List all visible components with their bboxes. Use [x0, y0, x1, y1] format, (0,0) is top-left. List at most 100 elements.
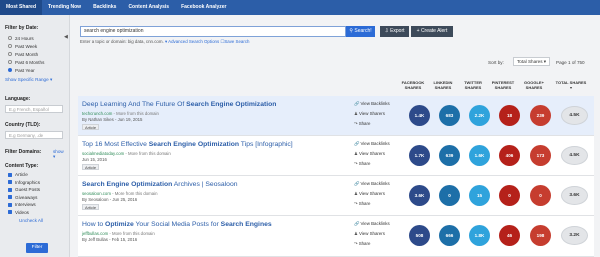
- users-icon: ♟: [354, 151, 358, 156]
- checkbox-checked-icon: [8, 202, 12, 207]
- filter-domains-toggle[interactable]: show ▾: [53, 149, 67, 160]
- tab-facebook-analyzer[interactable]: Facebook Analyzer: [175, 0, 232, 15]
- link-icon: 🔗: [354, 101, 360, 106]
- col-header-linkedin[interactable]: LINKEDIN SHARES: [428, 80, 458, 90]
- export-icon: ⇩: [384, 28, 389, 34]
- search-button[interactable]: ⚲ Search!: [346, 26, 375, 37]
- total-shares: 3.6K: [561, 186, 588, 205]
- result-title-link[interactable]: How to Optimize Your Social Media Posts …: [82, 221, 272, 228]
- result-actions: 🔗View Backlinks ♟View Sharers ↷Share: [354, 139, 396, 169]
- more-from-domain-link[interactable]: - More from this domain: [111, 191, 157, 196]
- radio-icon: [8, 44, 12, 48]
- tab-backlinks[interactable]: Backlinks: [87, 0, 122, 15]
- content-type-guest-posts[interactable]: Guest Posts: [8, 186, 67, 194]
- more-from-domain-link[interactable]: - More from this domain: [108, 231, 154, 236]
- view-backlinks-button[interactable]: 🔗View Backlinks: [354, 99, 396, 109]
- show-specific-range-link[interactable]: Show Specific Range ▾: [5, 77, 67, 83]
- filter-domains-label: Filter Domains:: [5, 149, 42, 155]
- result-domain-link[interactable]: techcrunch.com: [82, 111, 112, 116]
- view-sharers-button[interactable]: ♟View Sharers: [354, 189, 396, 199]
- date-filter-title: Filter by Date:: [5, 25, 39, 31]
- save-search-link[interactable]: ☐Save Search: [220, 39, 249, 44]
- content-type-article[interactable]: Article: [8, 171, 67, 179]
- search-icon: ⚲: [349, 28, 354, 34]
- content-type-giveaways[interactable]: Giveaways: [8, 194, 67, 202]
- more-from-domain-link[interactable]: - More from this domain: [124, 151, 170, 156]
- date-option-past-week[interactable]: Past Week: [8, 42, 67, 50]
- date-option-24h[interactable]: 24 Hours: [8, 34, 67, 42]
- view-backlinks-button[interactable]: 🔗View Backlinks: [354, 219, 396, 229]
- tab-most-shared[interactable]: Most Shared: [0, 0, 43, 15]
- tab-trending-now[interactable]: Trending Now: [42, 0, 87, 15]
- share-button[interactable]: ↷Share: [354, 159, 396, 169]
- top-nav: Most Shared Trending Now Backlinks Conte…: [0, 0, 600, 15]
- checkbox-checked-icon: [8, 172, 12, 177]
- result-domain-link[interactable]: seosaloon.com: [82, 191, 111, 196]
- result-domain-link[interactable]: jeffbullas.com: [82, 231, 108, 236]
- share-button[interactable]: ↷Share: [354, 119, 396, 129]
- result-title-link[interactable]: Top 16 Most Effective Search Engine Opti…: [82, 141, 293, 148]
- view-backlinks-button[interactable]: 🔗View Backlinks: [354, 179, 396, 189]
- result-row: Deep Learning And The Future Of Search E…: [78, 96, 594, 136]
- search-input[interactable]: search engine optimization: [80, 26, 346, 37]
- result-actions: 🔗View Backlinks ♟View Sharers ↷Share: [354, 99, 396, 129]
- linkedin-shares: 666: [439, 225, 460, 246]
- date-option-past-month[interactable]: Past Month: [8, 50, 67, 58]
- link-icon: 🔗: [354, 221, 360, 226]
- col-header-pinterest[interactable]: PINTEREST SHARES: [488, 80, 518, 90]
- more-from-domain-link[interactable]: - More from this domain: [112, 111, 159, 116]
- result-domain: techcrunch.com - More from this domain: [82, 111, 159, 116]
- create-alert-button[interactable]: + Create Alert: [411, 26, 453, 37]
- view-sharers-button[interactable]: ♟View Sharers: [354, 109, 396, 119]
- date-filter: Filter by Date: 24 Hours Past Week Past …: [5, 25, 67, 83]
- share-icon: ↷: [354, 161, 358, 166]
- result-author-date: By Seosaloon - Jun 25, 2016: [82, 197, 138, 202]
- checkbox-checked-icon: [8, 187, 12, 192]
- result-title-link[interactable]: Deep Learning And The Future Of Search E…: [82, 101, 276, 108]
- googleplus-shares: 0: [530, 185, 551, 206]
- share-icon: ↷: [354, 241, 358, 246]
- radio-icon: [8, 52, 12, 56]
- date-option-past-year[interactable]: Past Year: [8, 66, 67, 74]
- pinterest-shares: 46: [499, 225, 520, 246]
- result-title-link[interactable]: Search Engine Optimization Archives | Se…: [82, 181, 238, 188]
- date-option-past-6-months[interactable]: Past 6 Months: [8, 58, 67, 66]
- googleplus-shares: 239: [530, 105, 551, 126]
- language-input[interactable]: E.g French, Español: [5, 105, 63, 113]
- filter-sidebar: ◀ Filter by Date: 24 Hours Past Week Pas…: [0, 15, 70, 257]
- col-header-twitter[interactable]: TWITTER SHARES: [458, 80, 488, 90]
- result-actions: 🔗View Backlinks ♟View Sharers ↷Share: [354, 219, 396, 249]
- googleplus-shares: 173: [530, 145, 551, 166]
- result-domain: socialmediatoday.com - More from this do…: [82, 151, 171, 156]
- share-button[interactable]: ↷Share: [354, 199, 396, 209]
- advanced-search-link[interactable]: ▾ Advanced Search Options: [165, 39, 219, 44]
- country-filter: Country (TLD): E.g Germany, .de: [5, 122, 67, 139]
- result-row: How to Optimize Your Social Media Posts …: [78, 216, 594, 257]
- share-button[interactable]: ↷Share: [354, 239, 396, 249]
- result-domain: jeffbullas.com - More from this domain: [82, 231, 155, 236]
- filter-button[interactable]: Filter: [26, 243, 48, 253]
- content-type-videos[interactable]: Videos: [8, 209, 67, 217]
- col-header-total-shares[interactable]: TOTAL SHARES ▾: [553, 80, 589, 90]
- view-sharers-button[interactable]: ♟View Sharers: [354, 229, 396, 239]
- tab-content-analysis[interactable]: Content Analysis: [122, 0, 175, 15]
- users-icon: ♟: [354, 231, 358, 236]
- facebook-shares: 3.6K: [409, 185, 430, 206]
- content-type-tag: Article: [82, 204, 100, 210]
- view-backlinks-button[interactable]: 🔗View Backlinks: [354, 139, 396, 149]
- language-filter: Language: E.g French, Español: [5, 96, 67, 113]
- twitter-shares: 1.6K: [469, 145, 490, 166]
- view-sharers-button[interactable]: ♟View Sharers: [354, 149, 396, 159]
- link-icon: 🔗: [354, 181, 360, 186]
- sort-select[interactable]: Total Shares ▾: [513, 57, 550, 66]
- country-input[interactable]: E.g Germany, .de: [5, 131, 63, 139]
- col-header-googleplus[interactable]: GOOGLE+ SHARES: [519, 80, 549, 90]
- export-button[interactable]: ⇩ Export: [380, 26, 409, 37]
- uncheck-all-link[interactable]: Uncheck All: [19, 218, 67, 223]
- pinterest-shares: 406: [499, 145, 520, 166]
- content-type-interviews[interactable]: Interviews: [8, 201, 67, 209]
- result-domain-link[interactable]: socialmediatoday.com: [82, 151, 124, 156]
- radio-icon: [8, 60, 12, 64]
- col-header-facebook[interactable]: FACEBOOK SHARES: [398, 80, 428, 90]
- content-type-infographics[interactable]: Infographics: [8, 179, 67, 187]
